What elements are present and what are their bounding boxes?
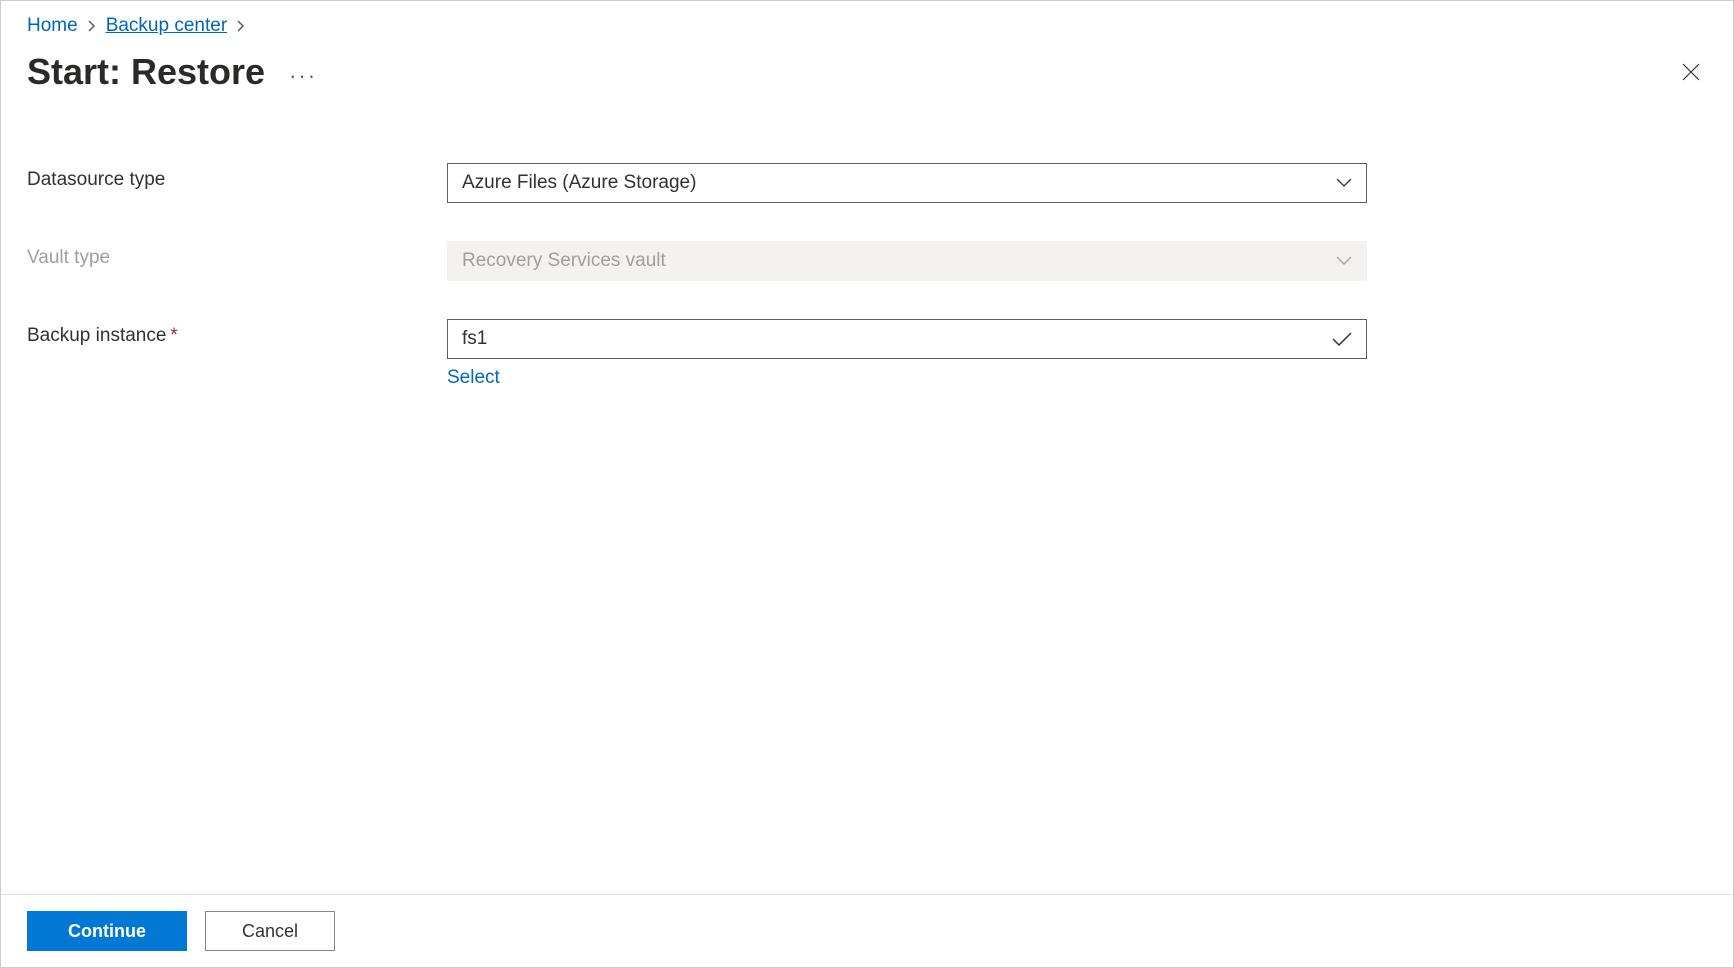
row-datasource-type: Datasource type Azure Files (Azure Stora… [27,163,1707,203]
breadcrumb-backup-center[interactable]: Backup center [106,15,227,37]
backup-instance-select-link[interactable]: Select [447,367,1367,389]
label-backup-instance: Backup instance* [27,319,447,347]
page-header: Start: Restore ··· [1,43,1733,93]
label-vault-type: Vault type [27,241,447,269]
breadcrumb-home[interactable]: Home [27,15,78,37]
chevron-down-icon [1336,256,1352,266]
close-button[interactable] [1675,56,1707,88]
chevron-right-icon [88,20,96,32]
required-indicator: * [170,325,177,346]
form-area: Datasource type Azure Files (Azure Stora… [1,93,1733,894]
chevron-right-icon [237,20,245,32]
breadcrumb: Home Backup center [1,1,1733,43]
continue-button[interactable]: Continue [27,911,187,951]
checkmark-icon [1332,331,1352,347]
datasource-type-select[interactable]: Azure Files (Azure Storage) [447,163,1367,203]
vault-type-select: Recovery Services vault [447,241,1367,281]
footer: Continue Cancel [1,894,1733,967]
cancel-button[interactable]: Cancel [205,911,335,951]
row-vault-type: Vault type Recovery Services vault [27,241,1707,281]
page-title: Start: Restore [27,51,265,93]
backup-instance-select[interactable]: fs1 [447,319,1367,359]
row-backup-instance: Backup instance* fs1 Select [27,319,1707,389]
datasource-type-value: Azure Files (Azure Storage) [462,172,696,194]
more-actions-button[interactable]: ··· [289,55,317,89]
close-icon [1681,62,1701,82]
backup-instance-value: fs1 [462,328,487,350]
vault-type-value: Recovery Services vault [462,250,666,272]
chevron-down-icon [1336,178,1352,188]
label-datasource-type: Datasource type [27,163,447,191]
